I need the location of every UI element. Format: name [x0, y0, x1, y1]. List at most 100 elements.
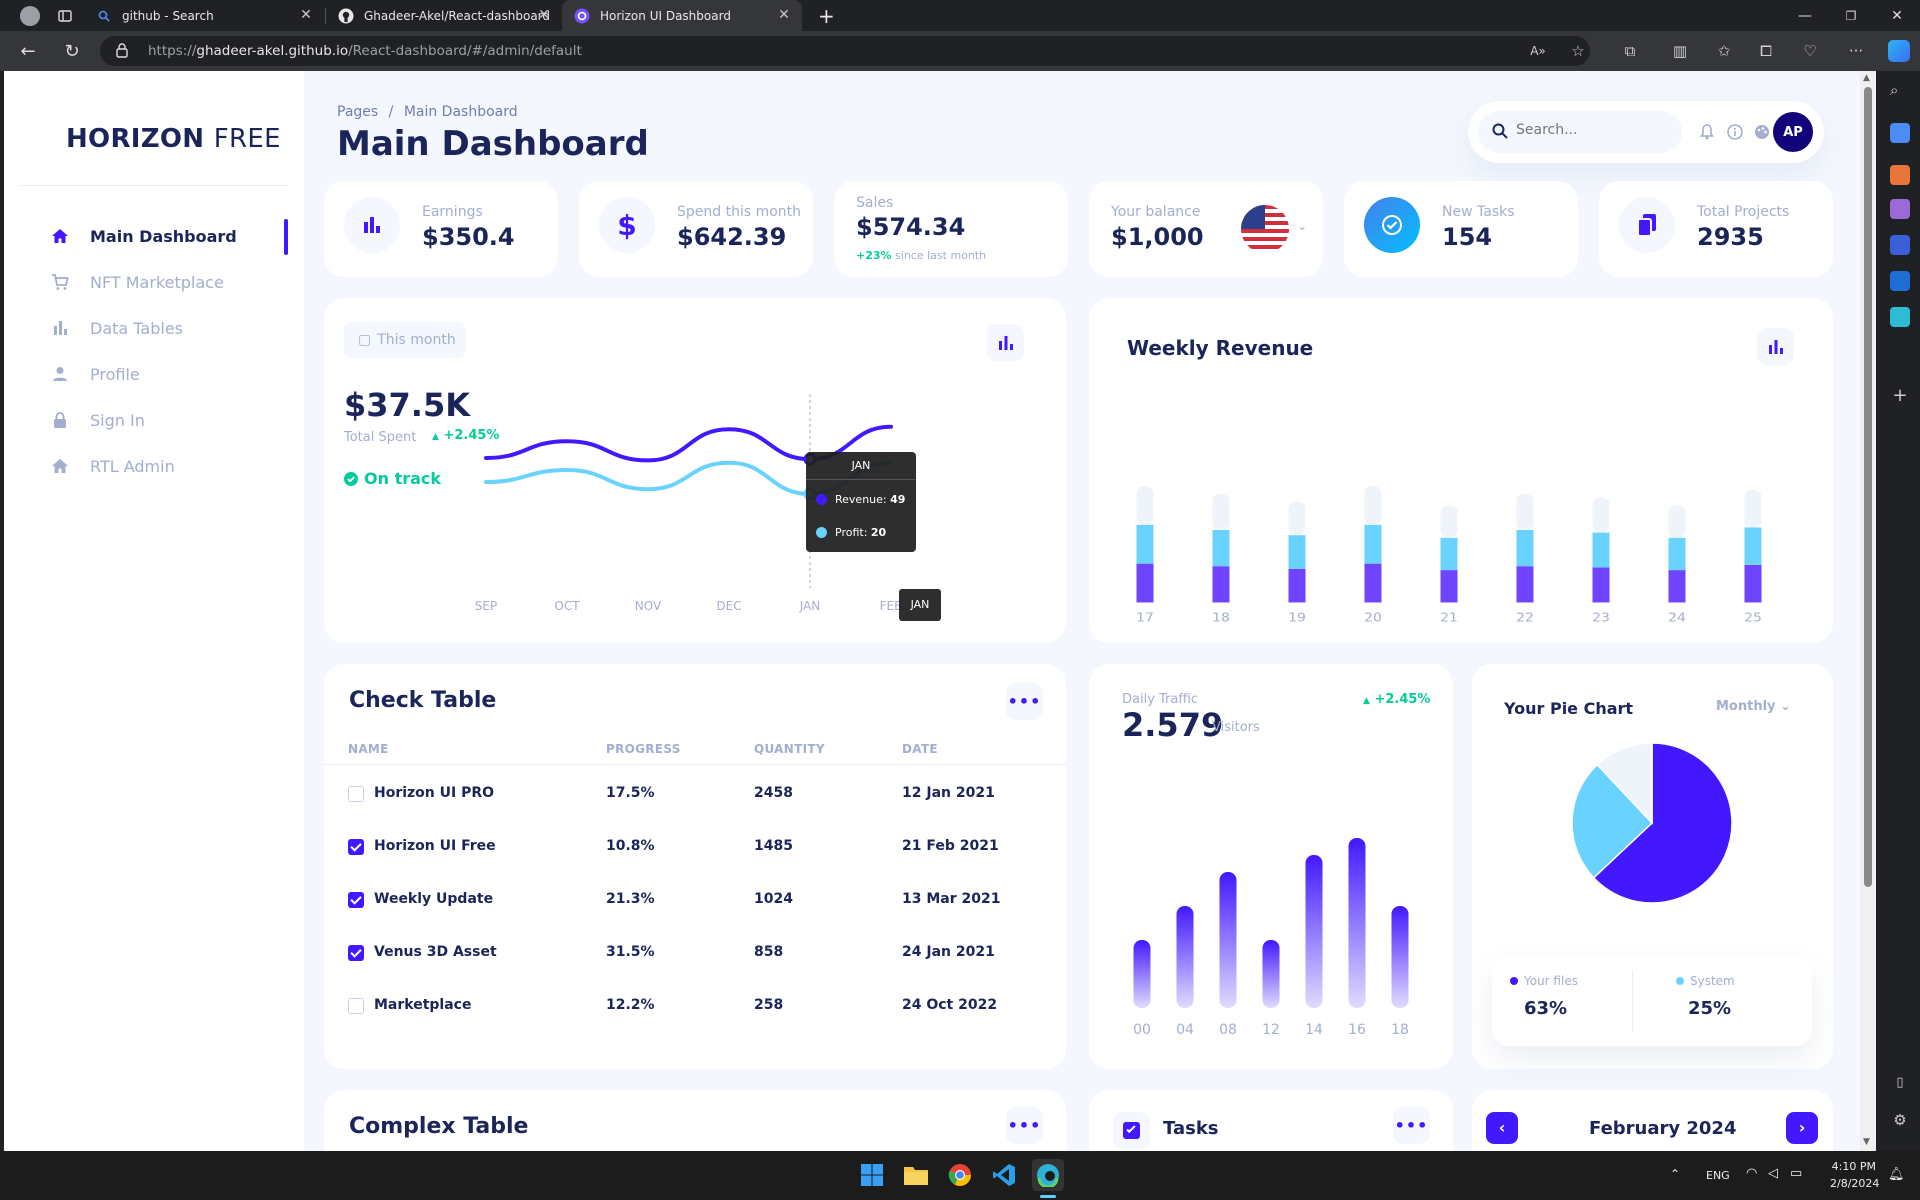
us-flag-icon[interactable] [1241, 205, 1289, 253]
games-icon[interactable] [1890, 199, 1910, 219]
avatar[interactable]: AP [1773, 112, 1813, 152]
table-row[interactable]: Horizon UI Free 10.8% 1485 21 Feb 2021 [324, 821, 1066, 874]
row-checkbox[interactable] [348, 998, 364, 1014]
bar-segment-21 [1440, 505, 1458, 538]
table-row[interactable]: Venus 3D Asset 31.5% 858 24 Jan 2021 [324, 927, 1066, 980]
copilot-app-icon[interactable] [1890, 235, 1910, 255]
favorite-star-icon[interactable]: ☆ [1568, 41, 1588, 61]
favorites-icon[interactable]: ✩ [1714, 41, 1734, 61]
scroll-down-icon[interactable]: ▼ [1863, 1137, 1870, 1147]
add-icon[interactable]: + [1890, 385, 1910, 406]
shopping-tag-icon[interactable] [1890, 123, 1910, 143]
edge-icon[interactable] [1032, 1159, 1064, 1191]
scroll-thumb[interactable] [1864, 87, 1872, 887]
close-icon[interactable]: ✕ [776, 7, 792, 23]
performance-icon[interactable]: ♡ [1800, 41, 1820, 61]
more-menu-icon[interactable]: ··· [1846, 41, 1866, 61]
cell-quantity: 858 [754, 944, 784, 960]
language-indicator[interactable]: ENG [1706, 1169, 1730, 1182]
tab-github-repo[interactable]: Ghadeer-Akel/React-dashboard ✕ [326, 0, 562, 31]
table-row[interactable]: Weekly Update 21.3% 1024 13 Mar 2021 [324, 874, 1066, 927]
search-icon[interactable]: ⌕ [1890, 81, 1910, 101]
read-aloud-icon[interactable]: A» [1528, 41, 1548, 61]
info-icon[interactable] [1726, 123, 1744, 141]
sidebar-item-main-dashboard[interactable]: Main Dashboard [50, 222, 237, 250]
sidebar-item-rtl-admin[interactable]: RTL Admin [50, 452, 175, 480]
sidebar-item-nft-marketplace[interactable]: NFT Marketplace [50, 268, 224, 296]
cell-progress: 12.2% [606, 997, 655, 1013]
row-checkbox[interactable] [348, 839, 364, 855]
sidebar-item-data-tables[interactable]: Data Tables [50, 314, 183, 342]
bell-icon[interactable] [1698, 123, 1716, 141]
bar-segment-23 [1592, 497, 1610, 533]
table-row[interactable]: Horizon UI PRO 17.5% 2458 12 Jan 2021 [324, 768, 1066, 821]
previous-month-button[interactable]: ‹ [1486, 1112, 1518, 1144]
restore-button[interactable]: ❐ [1828, 0, 1874, 31]
search-box[interactable] [1478, 111, 1682, 153]
bar-segment-20 [1364, 563, 1382, 603]
more-options-button[interactable]: ••• [1393, 1107, 1430, 1144]
chevron-down-icon[interactable]: ⌄ [1297, 219, 1307, 233]
search-input[interactable] [1516, 122, 1666, 138]
row-checkbox[interactable] [348, 945, 364, 961]
github-icon [338, 8, 354, 24]
close-icon[interactable]: ✕ [298, 7, 314, 23]
sidebar-divider [20, 185, 288, 186]
address-bar[interactable]: https://ghadeer-akel.github.io/React-das… [100, 36, 1590, 66]
sidebar-toggle-icon[interactable]: ▯ [1890, 1075, 1910, 1095]
outlook-icon[interactable] [1890, 271, 1910, 291]
next-month-button[interactable]: › [1786, 1112, 1818, 1144]
reload-button[interactable]: ↻ [58, 37, 86, 65]
palette-icon[interactable] [1753, 123, 1771, 141]
send-icon[interactable] [1890, 307, 1910, 327]
page-scrollbar[interactable]: ▲ ▼ [1860, 71, 1876, 1151]
complex-table-card: Complex Table ••• [324, 1090, 1066, 1151]
edge-sidebar: ⌕ + ▯ ⚙ [1880, 71, 1920, 1151]
column-header[interactable]: NAME [348, 742, 389, 756]
new-tab-button[interactable]: + [806, 0, 836, 31]
chrome-icon[interactable] [944, 1159, 976, 1191]
wifi-icon[interactable]: ◠ [1746, 1166, 1757, 1181]
clock[interactable]: 4:10 PM 2/8/2024 [1830, 1160, 1879, 1190]
tab-horizon-dashboard[interactable]: Horizon UI Dashboard ✕ [562, 0, 802, 31]
file-explorer-icon[interactable] [900, 1159, 932, 1191]
close-window-button[interactable]: ✕ [1874, 0, 1920, 31]
row-checkbox[interactable] [348, 892, 364, 908]
tab-actions-button[interactable] [46, 0, 76, 31]
column-header[interactable]: DATE [902, 742, 938, 756]
vscode-icon[interactable] [988, 1159, 1020, 1191]
split-screen-icon[interactable]: ▥ [1670, 41, 1690, 61]
windows-start-icon[interactable] [856, 1159, 888, 1191]
row-checkbox[interactable] [348, 786, 364, 802]
minimize-button[interactable]: — [1782, 0, 1828, 31]
sidebar-item-sign-in[interactable]: Sign In [50, 406, 145, 434]
volume-icon[interactable]: ◁ [1768, 1166, 1778, 1181]
more-options-button[interactable]: ••• [1006, 1107, 1043, 1144]
notification-bell-icon[interactable]: 🔔︎ [1888, 1167, 1905, 1182]
search-icon [1492, 123, 1508, 143]
battery-icon[interactable]: ▭ [1790, 1166, 1802, 1181]
sidebar-item-profile[interactable]: Profile [50, 360, 140, 388]
table-row[interactable]: Marketplace 12.2% 258 24 Oct 2022 [324, 980, 1066, 1033]
settings-gear-icon[interactable]: ⚙ [1890, 1111, 1910, 1131]
column-header[interactable]: PROGRESS [606, 742, 681, 756]
legend-value: 63% [1524, 998, 1568, 1019]
tab-github-search[interactable]: github - Search ✕ [84, 0, 324, 31]
column-header[interactable]: QUANTITY [754, 742, 825, 756]
stat-card-total-projects: Total Projects 2935 [1599, 181, 1833, 277]
breadcrumb-current[interactable]: Main Dashboard [404, 104, 518, 120]
back-button[interactable]: ← [14, 37, 42, 65]
close-icon[interactable]: ✕ [536, 7, 552, 23]
breadcrumb-root[interactable]: Pages [337, 104, 378, 120]
collections-icon[interactable]: ⧠ [1756, 41, 1776, 61]
tray-overflow-icon[interactable]: ⌃ [1670, 1167, 1680, 1181]
more-options-button[interactable]: ••• [1006, 683, 1043, 720]
scroll-up-icon[interactable]: ▲ [1863, 73, 1870, 83]
copilot-icon[interactable] [1888, 40, 1910, 62]
minimize-icon: — [1798, 7, 1812, 24]
toolbox-icon[interactable] [1890, 165, 1910, 185]
brand-logo[interactable]: HORIZON FREE [66, 124, 281, 154]
stat-card-earnings: Earnings $350.4 [324, 181, 558, 277]
extensions-icon[interactable]: ⧉ [1620, 41, 1640, 61]
check-table-title: Check Table [349, 688, 497, 713]
